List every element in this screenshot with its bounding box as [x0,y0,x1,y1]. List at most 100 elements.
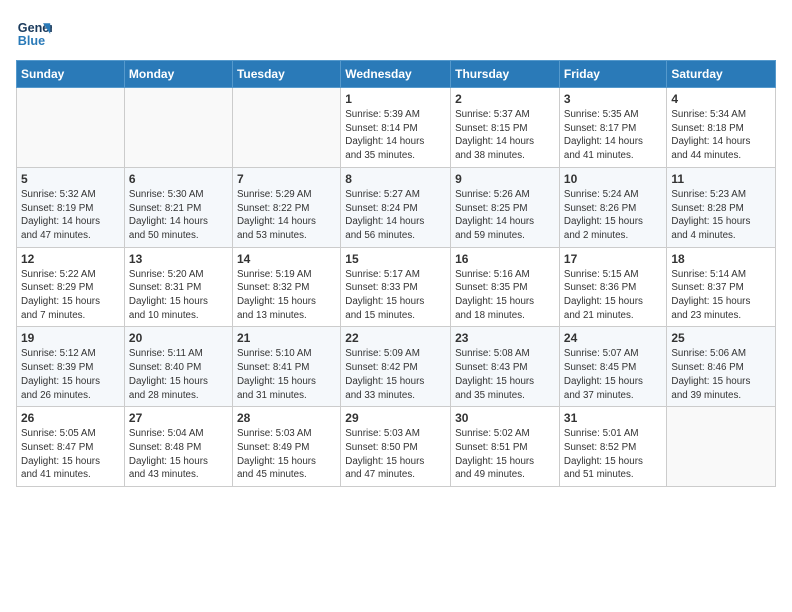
day-info: Sunrise: 5:04 AM Sunset: 8:48 PM Dayligh… [129,427,228,482]
calendar-cell: 27 Sunrise: 5:04 AM Sunset: 8:48 PM Dayli… [124,407,232,487]
day-number: 29 [345,411,446,425]
calendar-cell: 13Sunrise: 5:20 AM Sunset: 8:31 PM Dayli… [124,247,232,327]
day-info: Sunrise: 5:10 AM Sunset: 8:41 PM Dayligh… [237,347,336,402]
day-info: Sunrise: 5:37 AM Sunset: 8:15 PM Dayligh… [455,108,555,163]
calendar-cell: 29 Sunrise: 5:03 AM Sunset: 8:50 PM Dayli… [341,407,451,487]
day-info: Sunrise: 5:22 AM Sunset: 8:29 PM Dayligh… [21,268,120,323]
svg-text:Blue: Blue [18,34,45,48]
col-header-tuesday: Tuesday [232,61,340,88]
calendar-cell: 22Sunrise: 5:09 AM Sunset: 8:42 PM Dayli… [341,327,451,407]
calendar-week-3: 12 Sunrise: 5:22 AM Sunset: 8:29 PM Dayli… [17,247,776,327]
calendar-week-5: 26 Sunrise: 5:05 AM Sunset: 8:47 PM Dayli… [17,407,776,487]
day-number: 12 [21,252,120,266]
day-info: Sunrise: 5:06 AM Sunset: 8:46 PM Dayligh… [671,347,771,402]
day-info: Sunrise: 5:39 AM Sunset: 8:14 PM Dayligh… [345,108,446,163]
day-info: Sunrise: 5:26 AM Sunset: 8:25 PM Dayligh… [455,188,555,243]
calendar-cell: 15 Sunrise: 5:17 AM Sunset: 8:33 PM Dayli… [341,247,451,327]
day-number: 17 [564,252,662,266]
calendar-cell: 2 Sunrise: 5:37 AM Sunset: 8:15 PM Daylig… [451,88,560,168]
day-info: Sunrise: 5:30 AM Sunset: 8:21 PM Dayligh… [129,188,228,243]
calendar-cell: 16 Sunrise: 5:16 AM Sunset: 8:35 PM Dayli… [451,247,560,327]
calendar-table: SundayMondayTuesdayWednesdayThursdayFrid… [16,60,776,487]
day-number: 23 [455,331,555,345]
calendar-cell [667,407,776,487]
day-number: 26 [21,411,120,425]
calendar-cell: 6 Sunrise: 5:30 AM Sunset: 8:21 PM Daylig… [124,167,232,247]
day-number: 3 [564,92,662,106]
day-info: Sunrise: 5:11 AM Sunset: 8:40 PM Dayligh… [129,347,228,402]
col-header-wednesday: Wednesday [341,61,451,88]
day-info: Sunrise: 5:02 AM Sunset: 8:51 PM Dayligh… [455,427,555,482]
day-number: 14 [237,252,336,266]
calendar-cell [124,88,232,168]
calendar-header-row: SundayMondayTuesdayWednesdayThursdayFrid… [17,61,776,88]
day-info: Sunrise: 5:17 AM Sunset: 8:33 PM Dayligh… [345,268,446,323]
col-header-monday: Monday [124,61,232,88]
day-info: Sunrise: 5:34 AM Sunset: 8:18 PM Dayligh… [671,108,771,163]
day-info: Sunrise: 5:24 AM Sunset: 8:26 PM Dayligh… [564,188,662,243]
day-number: 5 [21,172,120,186]
calendar-cell [17,88,125,168]
logo: General Blue [16,16,56,52]
col-header-friday: Friday [559,61,666,88]
day-info: Sunrise: 5:01 AM Sunset: 8:52 PM Dayligh… [564,427,662,482]
calendar-cell: 3 Sunrise: 5:35 AM Sunset: 8:17 PM Daylig… [559,88,666,168]
calendar-cell: 19 Sunrise: 5:12 AM Sunset: 8:39 PM Dayli… [17,327,125,407]
col-header-saturday: Saturday [667,61,776,88]
day-number: 10 [564,172,662,186]
calendar-cell: 11Sunrise: 5:23 AM Sunset: 8:28 PM Dayli… [667,167,776,247]
day-number: 2 [455,92,555,106]
calendar-cell: 28 Sunrise: 5:03 AM Sunset: 8:49 PM Dayli… [232,407,340,487]
page-header: General Blue [16,16,776,52]
day-number: 7 [237,172,336,186]
calendar-cell: 25 Sunrise: 5:06 AM Sunset: 8:46 PM Dayli… [667,327,776,407]
calendar-cell: 17 Sunrise: 5:15 AM Sunset: 8:36 PM Dayli… [559,247,666,327]
calendar-cell: 18Sunrise: 5:14 AM Sunset: 8:37 PM Dayli… [667,247,776,327]
day-info: Sunrise: 5:12 AM Sunset: 8:39 PM Dayligh… [21,347,120,402]
day-info: Sunrise: 5:09 AM Sunset: 8:42 PM Dayligh… [345,347,446,402]
day-number: 28 [237,411,336,425]
day-number: 13 [129,252,228,266]
day-number: 19 [21,331,120,345]
day-number: 24 [564,331,662,345]
calendar-cell: 1 Sunrise: 5:39 AM Sunset: 8:14 PM Daylig… [341,88,451,168]
col-header-sunday: Sunday [17,61,125,88]
day-info: Sunrise: 5:03 AM Sunset: 8:49 PM Dayligh… [237,427,336,482]
day-info: Sunrise: 5:16 AM Sunset: 8:35 PM Dayligh… [455,268,555,323]
day-info: Sunrise: 5:32 AM Sunset: 8:19 PM Dayligh… [21,188,120,243]
day-info: Sunrise: 5:15 AM Sunset: 8:36 PM Dayligh… [564,268,662,323]
day-info: Sunrise: 5:29 AM Sunset: 8:22 PM Dayligh… [237,188,336,243]
calendar-cell [232,88,340,168]
day-number: 16 [455,252,555,266]
day-info: Sunrise: 5:08 AM Sunset: 8:43 PM Dayligh… [455,347,555,402]
calendar-cell: 23 Sunrise: 5:08 AM Sunset: 8:43 PM Dayli… [451,327,560,407]
day-number: 1 [345,92,446,106]
calendar-week-1: 1 Sunrise: 5:39 AM Sunset: 8:14 PM Daylig… [17,88,776,168]
day-number: 4 [671,92,771,106]
day-number: 30 [455,411,555,425]
day-number: 15 [345,252,446,266]
day-info: Sunrise: 5:07 AM Sunset: 8:45 PM Dayligh… [564,347,662,402]
calendar-cell: 5 Sunrise: 5:32 AM Sunset: 8:19 PM Daylig… [17,167,125,247]
calendar-week-2: 5 Sunrise: 5:32 AM Sunset: 8:19 PM Daylig… [17,167,776,247]
calendar-cell: 30 Sunrise: 5:02 AM Sunset: 8:51 PM Dayli… [451,407,560,487]
col-header-thursday: Thursday [451,61,560,88]
calendar-cell: 7 Sunrise: 5:29 AM Sunset: 8:22 PM Daylig… [232,167,340,247]
calendar-cell: 31 Sunrise: 5:01 AM Sunset: 8:52 PM Dayli… [559,407,666,487]
day-number: 18 [671,252,771,266]
day-number: 20 [129,331,228,345]
day-info: Sunrise: 5:05 AM Sunset: 8:47 PM Dayligh… [21,427,120,482]
calendar-cell: 20 Sunrise: 5:11 AM Sunset: 8:40 PM Dayli… [124,327,232,407]
day-info: Sunrise: 5:27 AM Sunset: 8:24 PM Dayligh… [345,188,446,243]
day-number: 6 [129,172,228,186]
calendar-cell: 4 Sunrise: 5:34 AM Sunset: 8:18 PM Daylig… [667,88,776,168]
calendar-cell: 10 Sunrise: 5:24 AM Sunset: 8:26 PM Dayli… [559,167,666,247]
day-number: 11 [671,172,771,186]
calendar-cell: 9Sunrise: 5:26 AM Sunset: 8:25 PM Daylig… [451,167,560,247]
day-number: 25 [671,331,771,345]
day-info: Sunrise: 5:03 AM Sunset: 8:50 PM Dayligh… [345,427,446,482]
day-info: Sunrise: 5:35 AM Sunset: 8:17 PM Dayligh… [564,108,662,163]
day-number: 27 [129,411,228,425]
day-number: 21 [237,331,336,345]
day-number: 31 [564,411,662,425]
